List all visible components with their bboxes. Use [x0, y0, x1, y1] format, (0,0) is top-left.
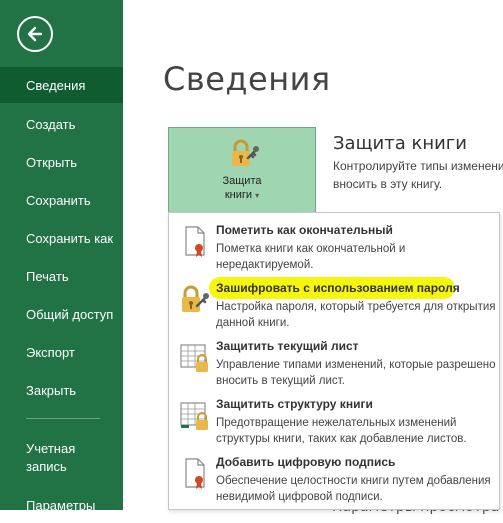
menu-item-protect-sheet[interactable]: Защитить текущий лист Управление типами … — [169, 332, 499, 390]
section-title: Защита книги — [333, 133, 467, 154]
menu-item-description: Управление типами изменений, которые раз… — [216, 359, 496, 387]
nav-save-as[interactable]: Сохранить как — [0, 220, 123, 256]
nav-options[interactable]: Параметры — [0, 487, 123, 523]
menu-item-digital-signature[interactable]: Добавить цифровую подпись Обеспечение це… — [169, 448, 499, 506]
workbook-lock-icon — [180, 402, 208, 430]
nav-print[interactable]: Печать — [0, 258, 123, 294]
arrow-left-icon — [27, 26, 43, 42]
protect-workbook-button[interactable]: Защита книги ▾ — [168, 127, 316, 213]
menu-item-description: Обеспечение целостности книги путем доба… — [216, 475, 491, 503]
nav-share[interactable]: Общий доступ — [0, 296, 123, 332]
menu-item-description: Предотвращение нежелательных изменений с… — [216, 417, 467, 445]
page-title: Сведения — [163, 60, 331, 98]
section-description: Контролируйте типы изменений вносить в э… — [333, 159, 503, 191]
nav-new[interactable]: Создать — [0, 106, 123, 142]
menu-item-description: Пометка книги как окончательной и нереда… — [216, 243, 406, 271]
nav-open[interactable]: Открыть — [0, 144, 123, 180]
protect-workbook-label: Защита книги ▾ — [222, 175, 262, 201]
back-button[interactable] — [17, 16, 53, 52]
menu-item-mark-final[interactable]: Пометить как окончательный Пометка книги… — [169, 216, 499, 274]
sheet-lock-icon — [180, 344, 208, 372]
digital-signature-icon — [185, 458, 205, 489]
nav-save[interactable]: Сохранить — [0, 182, 123, 218]
menu-item-title: Защитить структуру книги — [216, 397, 373, 411]
lock-key-icon — [232, 139, 259, 166]
nav-divider — [26, 418, 100, 419]
lock-key-icon — [182, 285, 209, 312]
menu-item-encrypt-password[interactable]: Зашифровать с использованием пароля Наст… — [169, 274, 499, 332]
nav-info[interactable]: Сведения — [0, 67, 123, 103]
nav-close[interactable]: Закрыть — [0, 372, 123, 408]
nav-export[interactable]: Экспорт — [0, 334, 123, 370]
menu-item-title: Зашифровать с использованием пароля — [216, 281, 460, 295]
backstage-sidebar: Сведения Создать Открыть Сохранить Сохра… — [0, 0, 123, 513]
menu-item-protect-structure[interactable]: Защитить структуру книги Предотвращение … — [169, 390, 499, 448]
document-ribbon-icon — [185, 226, 205, 257]
protect-workbook-menu: Пометить как окончательный Пометка книги… — [168, 212, 500, 510]
menu-item-title: Защитить текущий лист — [216, 339, 359, 353]
menu-item-title: Пометить как окончательный — [216, 223, 393, 237]
menu-item-title: Добавить цифровую подпись — [216, 455, 396, 469]
nav-account[interactable]: Учетная запись — [0, 436, 123, 480]
menu-item-description: Настройка пароля, который требуется для … — [216, 301, 496, 329]
